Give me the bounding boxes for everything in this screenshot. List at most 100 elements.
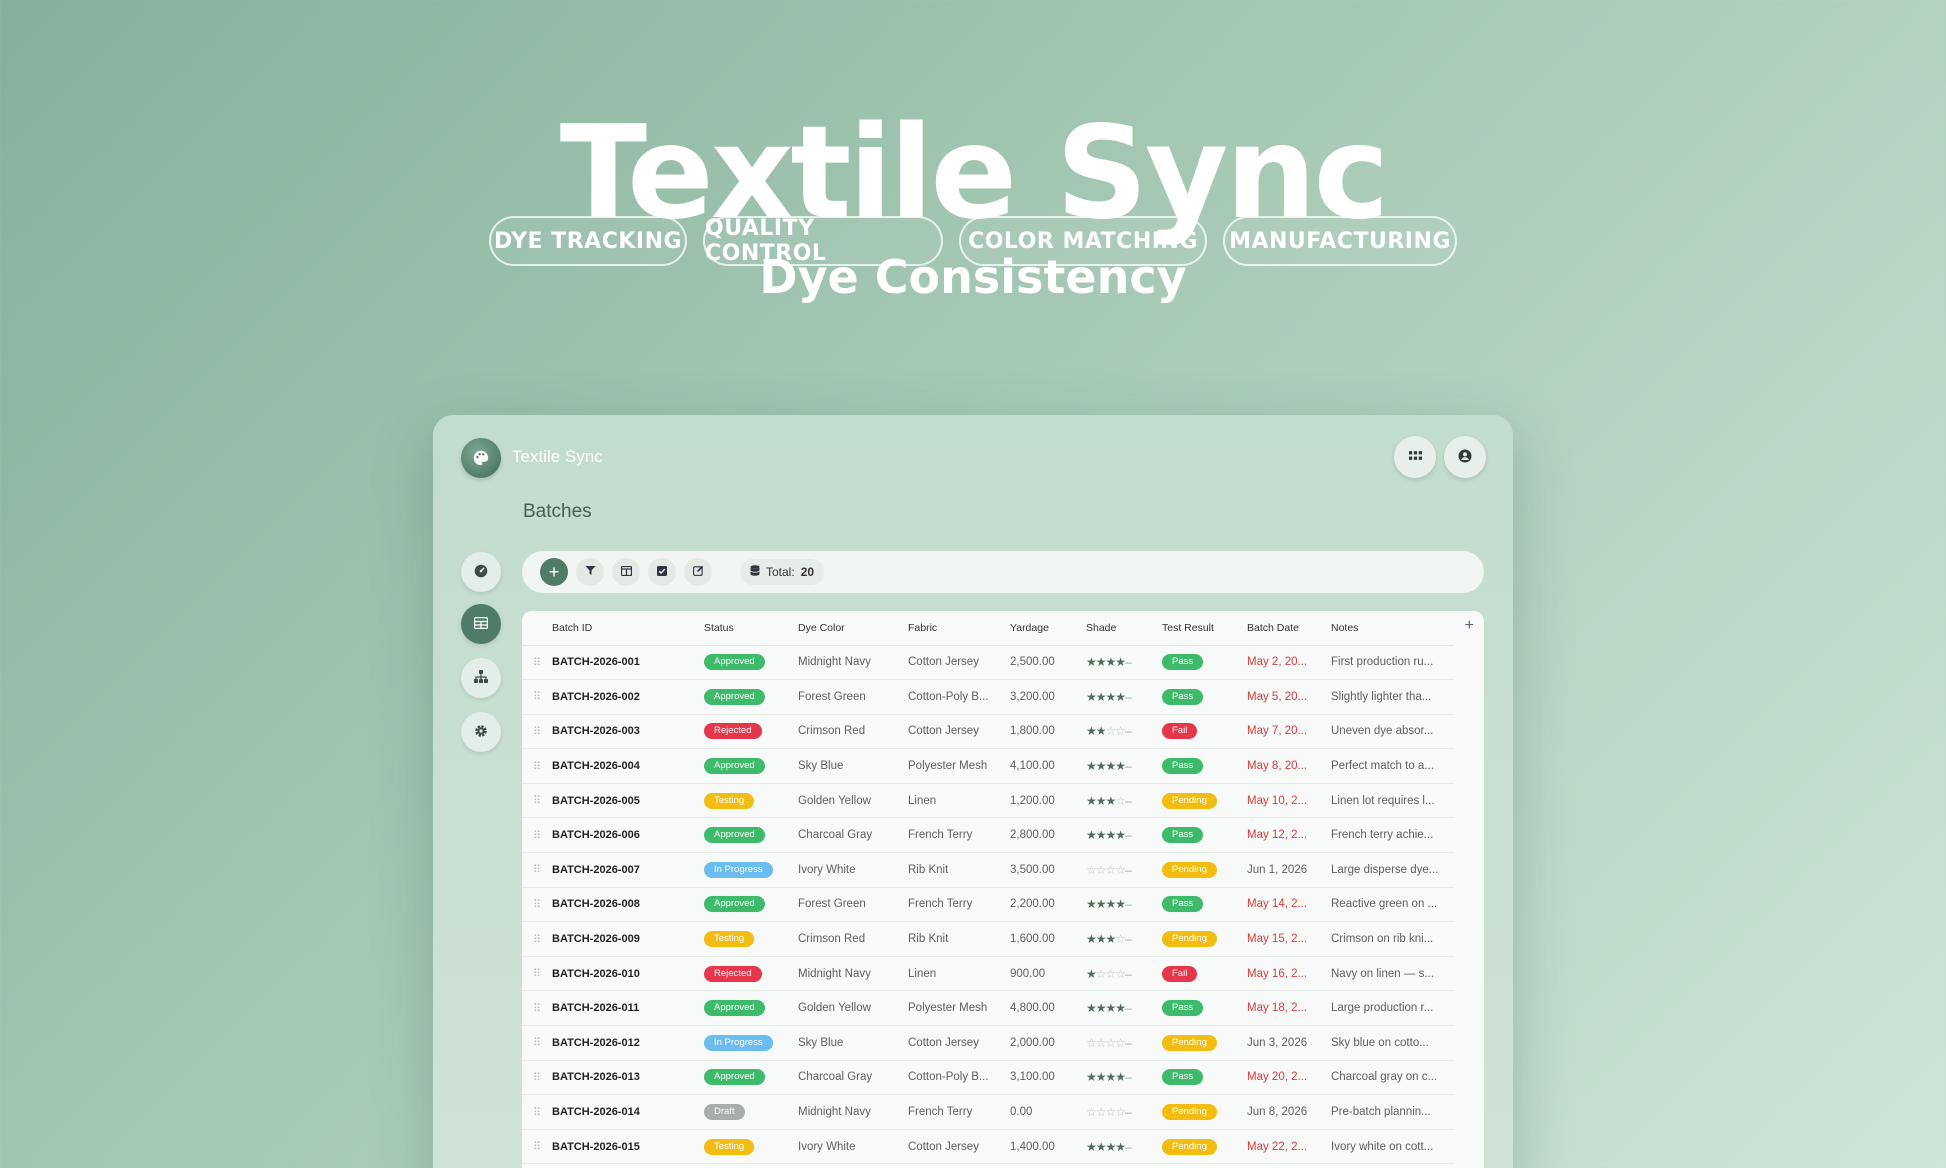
- fabric-cell[interactable]: Rib Knit: [908, 921, 1010, 957]
- fabric-cell[interactable]: Rib Knit: [908, 852, 1010, 888]
- notes-cell[interactable]: Pre-batch plannin...: [1331, 1094, 1454, 1130]
- column-header[interactable]: Status: [704, 611, 798, 646]
- fabric-cell[interactable]: Polyester Mesh: [908, 990, 1010, 1027]
- shade-rating-cell[interactable]: ★★☆☆–: [1086, 714, 1162, 750]
- apps-grid-button[interactable]: [1394, 436, 1436, 478]
- notes-cell[interactable]: Ivory white on cott...: [1331, 1129, 1454, 1165]
- yardage-cell[interactable]: 900.00: [1010, 956, 1086, 992]
- batch-date-cell[interactable]: May 5, 20...: [1247, 679, 1331, 715]
- status-cell[interactable]: Approved: [704, 748, 798, 784]
- fabric-cell[interactable]: Cotton Jersey: [908, 1129, 1010, 1165]
- batch-id-cell[interactable]: BATCH-2026-010: [552, 956, 704, 992]
- shade-rating-cell[interactable]: ★☆☆☆–: [1086, 956, 1162, 992]
- test-result-cell[interactable]: Pending: [1162, 852, 1247, 888]
- batch-id-cell[interactable]: BATCH-2026-007: [552, 852, 704, 888]
- table-row[interactable]: ⠿ BATCH-2026-015 Testing Ivory White Cotton …: [522, 1129, 1454, 1165]
- yardage-cell[interactable]: 4,800.00: [1010, 990, 1086, 1027]
- batch-id-cell[interactable]: BATCH-2026-004: [552, 748, 704, 784]
- yardage-cell[interactable]: 3,500.00: [1010, 852, 1086, 888]
- drag-handle-icon[interactable]: ⠿: [522, 817, 552, 854]
- star-rating[interactable]: ★★★★–: [1086, 828, 1132, 842]
- yardage-cell[interactable]: 0.00: [1010, 1094, 1086, 1130]
- edit-button[interactable]: [684, 558, 712, 586]
- column-header[interactable]: Fabric: [908, 611, 1010, 646]
- table-row[interactable]: ⠿ BATCH-2026-001 Approved Midnight Navy Cott…: [522, 645, 1454, 681]
- table-row[interactable]: ⠿ BATCH-2026-003 Rejected Crimson Red Cotton…: [522, 714, 1454, 750]
- batch-date-cell[interactable]: May 20, 2...: [1247, 1060, 1331, 1096]
- batch-date-cell[interactable]: May 16, 2...: [1247, 956, 1331, 992]
- fabric-cell[interactable]: Cotton-Poly B...: [908, 679, 1010, 715]
- table-row[interactable]: ⠿ BATCH-2026-014 Draft Midnight Navy French …: [522, 1094, 1454, 1130]
- test-result-cell[interactable]: Pass: [1162, 990, 1247, 1027]
- column-header[interactable]: Batch ID: [552, 611, 704, 646]
- fabric-cell[interactable]: French Terry: [908, 887, 1010, 923]
- table-row[interactable]: ⠿ BATCH-2026-006 Approved Charcoal Gray Fren…: [522, 817, 1454, 854]
- batch-date-cell[interactable]: Jun 3, 2026: [1247, 1025, 1331, 1061]
- sidebar-item-settings[interactable]: [461, 712, 501, 752]
- test-result-cell[interactable]: Pending: [1162, 921, 1247, 957]
- dye-color-cell[interactable]: Golden Yellow: [798, 783, 908, 819]
- status-cell[interactable]: Testing: [704, 921, 798, 957]
- yardage-cell[interactable]: 3,200.00: [1010, 679, 1086, 715]
- shade-rating-cell[interactable]: ☆☆☆☆–: [1086, 852, 1162, 888]
- notes-cell[interactable]: French terry achie...: [1331, 817, 1454, 854]
- test-result-cell[interactable]: Pending: [1162, 783, 1247, 819]
- fabric-cell[interactable]: Cotton Jersey: [908, 645, 1010, 681]
- dye-color-cell[interactable]: Forest Green: [798, 887, 908, 923]
- drag-handle-icon[interactable]: ⠿: [522, 1025, 552, 1061]
- batch-date-cell[interactable]: May 10, 2...: [1247, 783, 1331, 819]
- select-button[interactable]: [648, 558, 676, 586]
- batch-date-cell[interactable]: May 18, 2...: [1247, 990, 1331, 1027]
- dye-color-cell[interactable]: Sky Blue: [798, 748, 908, 784]
- status-cell[interactable]: Draft: [704, 1094, 798, 1130]
- batch-date-cell[interactable]: Jun 8, 2026: [1247, 1094, 1331, 1130]
- fabric-cell[interactable]: Polyester Mesh: [908, 748, 1010, 784]
- notes-cell[interactable]: First production ru...: [1331, 645, 1454, 681]
- table-row[interactable]: ⠿ BATCH-2026-005 Testing Golden Yellow Linen…: [522, 783, 1454, 819]
- shade-rating-cell[interactable]: ★★★★–: [1086, 679, 1162, 715]
- dye-color-cell[interactable]: Charcoal Gray: [798, 1060, 908, 1096]
- notes-cell[interactable]: Sky blue on cotto...: [1331, 1025, 1454, 1061]
- yardage-cell[interactable]: 2,200.00: [1010, 887, 1086, 923]
- batch-date-cell[interactable]: May 8, 20...: [1247, 748, 1331, 784]
- dye-color-cell[interactable]: Sky Blue: [798, 1025, 908, 1061]
- star-rating[interactable]: ☆☆☆☆–: [1086, 1036, 1132, 1050]
- test-result-cell[interactable]: Pass: [1162, 679, 1247, 715]
- batch-id-cell[interactable]: BATCH-2026-013: [552, 1060, 704, 1096]
- status-cell[interactable]: Approved: [704, 679, 798, 715]
- yardage-cell[interactable]: 3,100.00: [1010, 1060, 1086, 1096]
- batch-id-cell[interactable]: BATCH-2026-008: [552, 887, 704, 923]
- status-cell[interactable]: Rejected: [704, 714, 798, 750]
- column-header[interactable]: Shade: [1086, 611, 1162, 646]
- dye-color-cell[interactable]: Golden Yellow: [798, 990, 908, 1027]
- batch-date-cell[interactable]: May 12, 2...: [1247, 817, 1331, 854]
- table-row[interactable]: ⠿ BATCH-2026-002 Approved Forest Green Cotto…: [522, 679, 1454, 715]
- shade-rating-cell[interactable]: ☆☆☆☆–: [1086, 1025, 1162, 1061]
- drag-handle-icon[interactable]: ⠿: [522, 748, 552, 784]
- fabric-cell[interactable]: Linen: [908, 956, 1010, 992]
- dye-color-cell[interactable]: Ivory White: [798, 1129, 908, 1165]
- status-cell[interactable]: In Progress: [704, 1025, 798, 1061]
- drag-handle-icon[interactable]: ⠿: [522, 714, 552, 750]
- test-result-cell[interactable]: Pending: [1162, 1094, 1247, 1130]
- shade-rating-cell[interactable]: ★★★★–: [1086, 1060, 1162, 1096]
- notes-cell[interactable]: Slightly lighter tha...: [1331, 679, 1454, 715]
- batch-id-cell[interactable]: BATCH-2026-012: [552, 1025, 704, 1061]
- batch-id-cell[interactable]: BATCH-2026-002: [552, 679, 704, 715]
- notes-cell[interactable]: Uneven dye absor...: [1331, 714, 1454, 750]
- table-row[interactable]: ⠿ BATCH-2026-013 Approved Charcoal Gray Cott…: [522, 1060, 1454, 1096]
- yardage-cell[interactable]: 1,600.00: [1010, 921, 1086, 957]
- fabric-cell[interactable]: French Terry: [908, 817, 1010, 854]
- batch-id-cell[interactable]: BATCH-2026-015: [552, 1129, 704, 1165]
- fabric-cell[interactable]: Cotton Jersey: [908, 1025, 1010, 1061]
- drag-handle-icon[interactable]: ⠿: [522, 990, 552, 1027]
- yardage-cell[interactable]: 1,800.00: [1010, 714, 1086, 750]
- table-row[interactable]: ⠿ BATCH-2026-011 Approved Golden Yellow Poly…: [522, 990, 1454, 1027]
- shade-rating-cell[interactable]: ★★★★–: [1086, 817, 1162, 854]
- dye-color-cell[interactable]: Crimson Red: [798, 921, 908, 957]
- drag-handle-icon[interactable]: ⠿: [522, 679, 552, 715]
- batch-date-cell[interactable]: May 22, 2...: [1247, 1129, 1331, 1165]
- shade-rating-cell[interactable]: ★★★★–: [1086, 645, 1162, 681]
- star-rating[interactable]: ★★★★–: [1086, 897, 1132, 911]
- status-cell[interactable]: Approved: [704, 645, 798, 681]
